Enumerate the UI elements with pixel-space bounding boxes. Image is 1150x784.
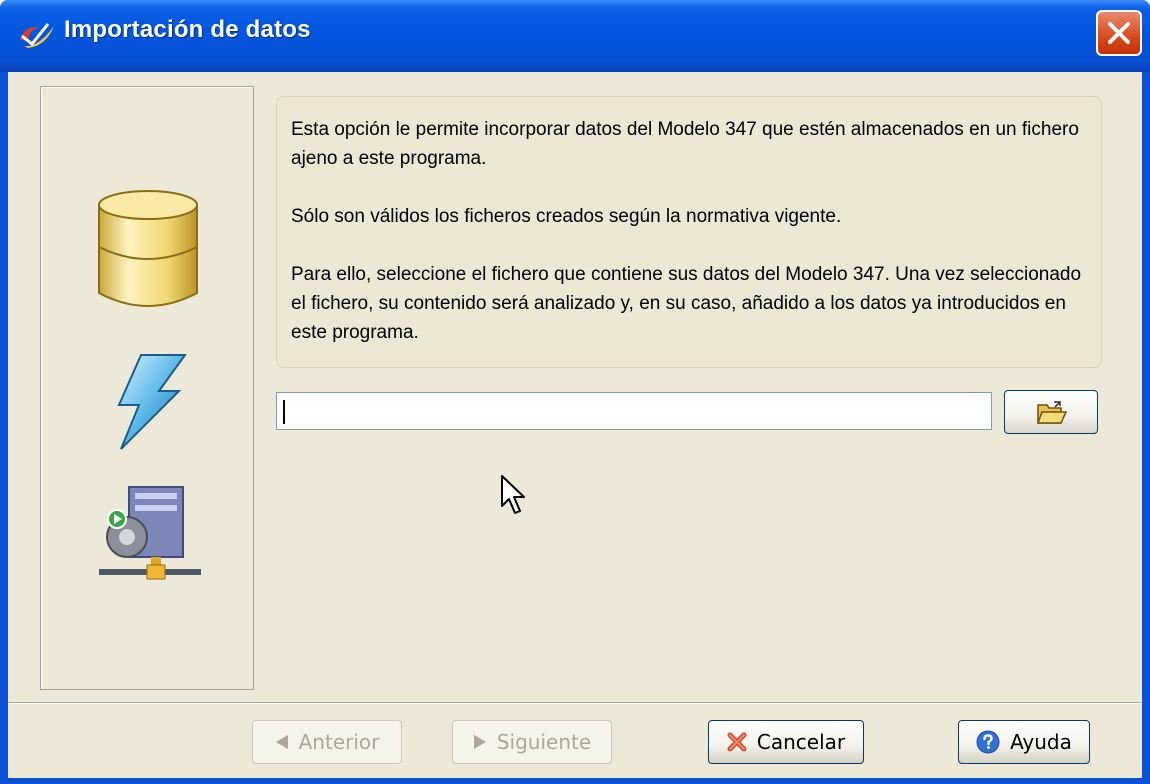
previous-button-label: Anterior — [298, 730, 380, 754]
app-logo-icon — [20, 23, 54, 48]
window-title: Importación de datos — [64, 16, 311, 43]
close-button[interactable] — [1096, 10, 1142, 56]
mouse-pointer-icon — [501, 475, 525, 514]
dialog-window: Importación de datos Esta opción le perm… — [0, 0, 1150, 784]
lightning-icon — [117, 354, 187, 450]
browse-file-button[interactable] — [1004, 390, 1098, 434]
database-icon — [98, 190, 198, 307]
cancel-button-label: Cancelar — [756, 730, 846, 754]
dialog-body: Esta opción le permite incorporar datos … — [8, 72, 1142, 778]
triangle-left-icon — [275, 735, 288, 749]
cancel-x-icon — [727, 732, 747, 752]
next-button[interactable]: Siguiente — [452, 720, 612, 764]
sidebar-illustration — [40, 86, 254, 690]
next-button-label: Siguiente — [496, 730, 592, 754]
file-path-input[interactable] — [276, 392, 992, 430]
description-paragraph-2: Sólo son válidos los ficheros creados se… — [291, 206, 842, 227]
description-paragraph-1: Esta opción le permite incorporar datos … — [291, 119, 1079, 169]
help-question-icon — [976, 730, 1000, 754]
title-bar[interactable]: Importación de datos — [0, 0, 1150, 72]
network-server-icon — [99, 486, 201, 580]
close-icon — [1108, 22, 1130, 44]
open-folder-icon — [1037, 401, 1067, 424]
previous-button[interactable]: Anterior — [252, 720, 402, 764]
help-button[interactable]: Ayuda — [958, 720, 1090, 764]
text-caret — [283, 400, 285, 424]
description-paragraph-3: Para ello, seleccione el fichero que con… — [291, 264, 1082, 343]
triangle-right-icon — [473, 735, 486, 749]
button-separator — [8, 702, 1142, 704]
description-panel: Esta opción le permite incorporar datos … — [276, 96, 1102, 368]
cancel-button[interactable]: Cancelar — [708, 720, 864, 764]
help-button-label: Ayuda — [1010, 730, 1072, 754]
